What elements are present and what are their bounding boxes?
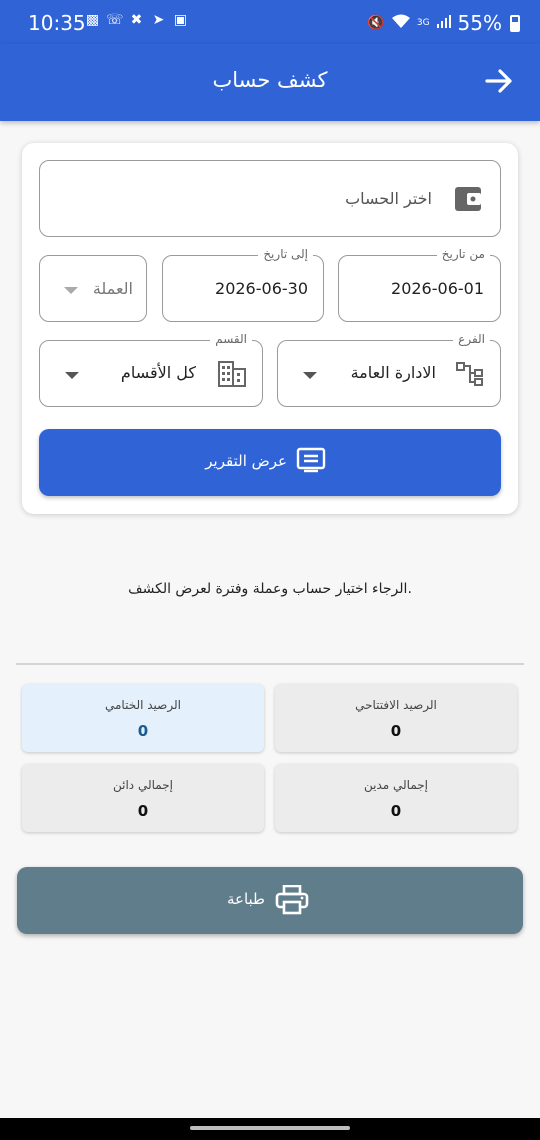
department-select[interactable]: القسم كل الأقسام (39, 332, 263, 407)
currency-select[interactable]: العملة (39, 255, 147, 322)
account-selector[interactable]: اختر الحساب (39, 160, 501, 237)
show-report-button[interactable]: عرض التقرير (39, 429, 501, 496)
show-report-label: عرض التقرير (205, 452, 287, 470)
network-type: 3G (416, 18, 430, 28)
to-date-value: 2026-06-30 (215, 279, 308, 298)
branch-select[interactable]: الفرع الادارة العامة (277, 332, 501, 407)
status-bar: 10:35 ▩ ☏ ✖ ➤ ▣ 🔇 3G 55% (0, 0, 540, 44)
department-value: كل الأقسام (120, 363, 196, 382)
hierarchy-icon (456, 362, 483, 386)
page-title: كشف حساب (212, 68, 328, 92)
home-gesture-handle[interactable] (190, 1126, 350, 1130)
department-label: القسم (210, 332, 252, 346)
filter-card: اختر الحساب العملة إلى تاريخ 2026-06-30 … (22, 143, 518, 514)
system-icons: 🔇 3G 55% (367, 11, 520, 35)
chevron-down-icon (303, 372, 317, 379)
total-credit-card: إجمالي دائن 0 (22, 764, 264, 832)
telegram-icon: ➤ (152, 12, 165, 28)
mute-icon: 🔇 (367, 15, 385, 31)
to-date-field[interactable]: إلى تاريخ 2026-06-30 (162, 247, 324, 322)
closing-balance-value: 0 (137, 722, 149, 740)
signal-icon (436, 13, 452, 33)
status-time: 10:35 (28, 11, 86, 35)
print-button[interactable]: طباعة (17, 867, 523, 934)
arrow-right-icon[interactable] (482, 64, 516, 98)
opening-balance-card: الرصيد الافتتاحي 0 (275, 684, 517, 752)
report-icon (296, 447, 326, 473)
whatsapp-icon: ☏ (106, 12, 124, 28)
currency-placeholder: العملة (92, 279, 133, 298)
from-date-field[interactable]: من تاريخ 2026-06-01 (338, 247, 501, 322)
closing-balance-card: الرصيد الختامي 0 (22, 684, 264, 752)
opening-balance-value: 0 (390, 722, 402, 740)
total-debit-card: إجمالي مدين 0 (275, 764, 517, 832)
branch-label: الفرع (453, 332, 490, 346)
navigation-bar (0, 1118, 540, 1140)
total-credit-label: إجمالي دائن (113, 778, 173, 792)
total-credit-value: 0 (137, 802, 149, 820)
from-date-label: من تاريخ (436, 247, 490, 261)
wifi-icon (391, 13, 411, 33)
opening-balance-label: الرصيد الافتتاحي (355, 698, 437, 712)
battery-percent: 55% (457, 11, 502, 35)
notification-icons: ▩ ☏ ✖ ➤ ▣ (84, 12, 189, 29)
total-debit-value: 0 (390, 802, 402, 820)
building-icon (218, 361, 246, 387)
gallery-icon: ▣ (173, 12, 188, 28)
to-date-label: إلى تاريخ (258, 247, 313, 261)
hint-text: الرجاء اختيار حساب وعملة وفترة لعرض الكش… (128, 581, 412, 597)
from-date-value: 2026-06-01 (391, 279, 484, 298)
chevron-down-icon (64, 287, 78, 294)
account-placeholder: اختر الحساب (345, 189, 432, 208)
battery-icon (510, 14, 520, 32)
wallet-icon (455, 187, 481, 211)
printer-icon (275, 885, 309, 915)
total-debit-label: إجمالي مدين (363, 778, 429, 792)
branch-value: الادارة العامة (350, 363, 436, 382)
print-label: طباعة (226, 890, 265, 908)
message-icon: ▩ (85, 12, 100, 28)
app-bar: كشف حساب (0, 44, 540, 121)
closing-balance-label: الرصيد الختامي (105, 698, 181, 712)
divider (16, 663, 524, 665)
chevron-down-icon (65, 372, 79, 379)
missed-call-icon: ✖ (130, 12, 143, 28)
